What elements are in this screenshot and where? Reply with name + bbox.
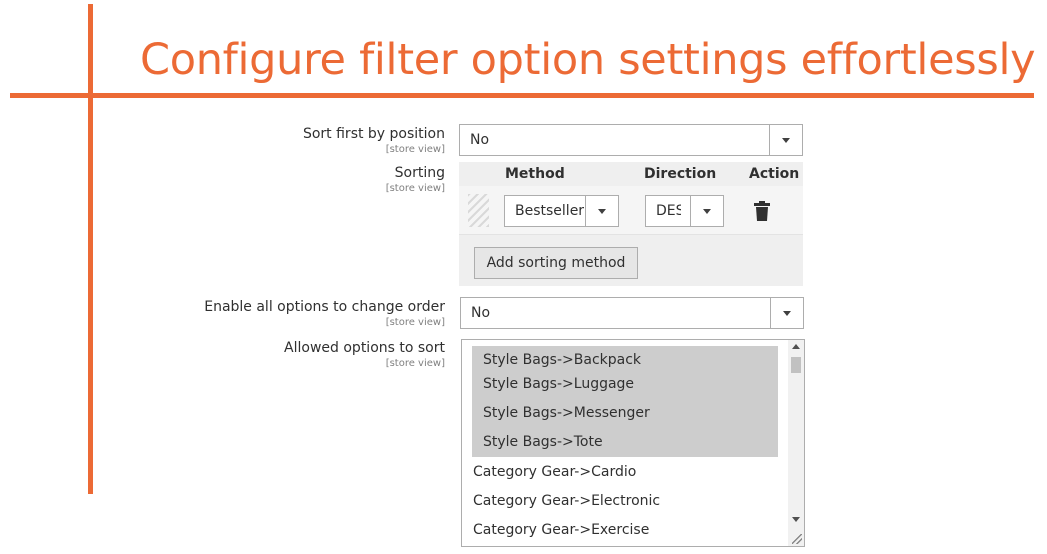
chevron-down-icon[interactable] bbox=[585, 196, 618, 226]
allowed-label: Allowed options to sort [store view] bbox=[284, 340, 445, 370]
list-option[interactable]: Style Bags->Backpack bbox=[472, 346, 778, 370]
allowed-options-listbox[interactable]: Style Bags->Backpack Style Bags->Luggage… bbox=[461, 339, 805, 547]
list-option[interactable]: Style Bags->Messenger bbox=[472, 399, 778, 428]
list-option[interactable]: Category Gear->Cardio bbox=[462, 458, 768, 486]
enable-all-label: Enable all options to change order [stor… bbox=[204, 299, 445, 329]
action-header: Action bbox=[749, 166, 800, 182]
method-header: Method bbox=[505, 166, 565, 182]
scrollbar-thumb[interactable] bbox=[791, 357, 801, 373]
list-option[interactable]: Category Gear->Electronic bbox=[462, 487, 768, 515]
sorting-label-text: Sorting bbox=[394, 165, 445, 181]
accent-horizontal-line bbox=[10, 93, 1034, 98]
resize-grip-icon[interactable] bbox=[792, 534, 802, 544]
enable-all-value: No bbox=[471, 305, 491, 321]
hero-title: Configure filter option settings effortl… bbox=[140, 35, 1036, 85]
direction-header: Direction bbox=[644, 166, 717, 182]
sort-first-label-text: Sort first by position bbox=[302, 126, 445, 142]
sort-first-label: Sort first by position [store view] bbox=[303, 126, 445, 156]
list-option[interactable]: Style Bags->Tote bbox=[472, 428, 778, 457]
list-option[interactable]: Category Gear->Exercise bbox=[462, 516, 768, 544]
sort-first-value: No bbox=[470, 132, 490, 148]
sorting-label: Sorting [store view] bbox=[386, 165, 445, 195]
enable-all-label-text: Enable all options to change order bbox=[204, 299, 445, 315]
scroll-down-icon[interactable] bbox=[792, 517, 800, 522]
listbox-scrollbar[interactable] bbox=[788, 340, 804, 546]
enable-all-select[interactable]: No bbox=[460, 297, 804, 329]
sorting-scope: [store view] bbox=[385, 183, 445, 194]
chevron-down-icon[interactable] bbox=[770, 298, 803, 328]
direction-value: DESC bbox=[656, 203, 681, 219]
chevron-down-icon[interactable] bbox=[690, 196, 723, 226]
list-option[interactable]: Style Bags->Luggage bbox=[472, 370, 778, 399]
sort-first-scope: [store view] bbox=[385, 144, 445, 155]
chevron-down-icon[interactable] bbox=[769, 125, 802, 155]
method-value: Bestseller bbox=[515, 203, 585, 219]
direction-select[interactable]: DESC bbox=[645, 195, 724, 227]
allowed-scope: [store view] bbox=[385, 358, 445, 369]
allowed-label-text: Allowed options to sort bbox=[284, 340, 445, 356]
scroll-up-icon[interactable] bbox=[792, 344, 800, 349]
trash-icon[interactable] bbox=[754, 201, 770, 221]
sort-first-select[interactable]: No bbox=[459, 124, 803, 156]
method-select[interactable]: Bestseller bbox=[504, 195, 619, 227]
add-sorting-method-button[interactable]: Add sorting method bbox=[474, 247, 638, 279]
drag-handle-icon[interactable] bbox=[468, 194, 489, 227]
accent-vertical-line bbox=[88, 4, 93, 494]
enable-all-scope: [store view] bbox=[385, 317, 445, 328]
